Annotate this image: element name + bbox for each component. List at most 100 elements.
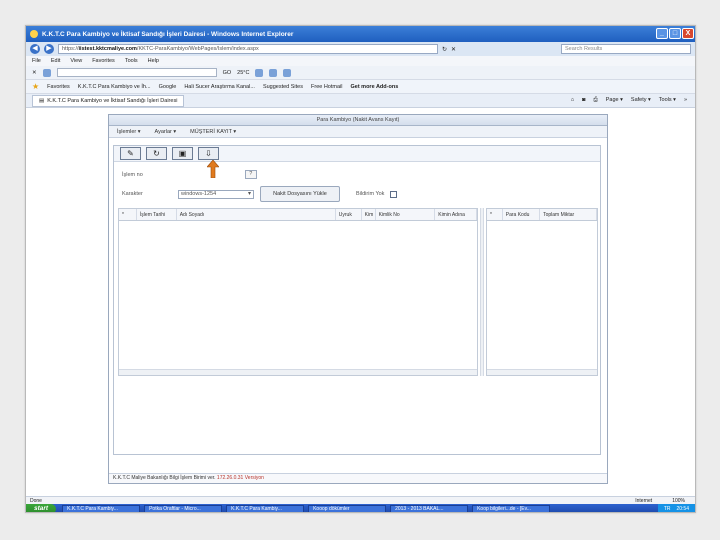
ie-logo-icon	[30, 30, 38, 38]
fav-item[interactable]: Free Hotmail	[311, 84, 342, 90]
favorites-star-icon[interactable]: ★	[32, 82, 39, 91]
menu-view[interactable]: View	[70, 58, 82, 64]
grid-splitter[interactable]	[480, 208, 484, 376]
menu-islemler[interactable]: İşlemler ▾	[117, 129, 141, 135]
address-bar: ◀ ▶ https:// iistest.kktcmaliye.com /KKT…	[26, 42, 695, 56]
forward-icon[interactable]: ▶	[44, 44, 54, 54]
islem-no-help-button[interactable]: ?	[244, 170, 257, 179]
go-button[interactable]: GO	[223, 70, 232, 76]
more-icon[interactable]: »	[684, 97, 687, 104]
fav-item[interactable]: Hali Sucer Araştırma Kanal...	[184, 84, 255, 90]
window-title: K.K.T.C Para Kambiyo ve İktisaf Sandığı …	[42, 30, 294, 38]
col-header[interactable]: Kimlik No	[376, 209, 436, 220]
internet-zone: Internet	[635, 497, 653, 504]
page-content: Para Kambiyo (Nakit Avans Kayıt) İşlemle…	[26, 108, 695, 496]
menu-musteri-kayit[interactable]: MÜŞTERİ KAYIT ▾	[190, 129, 236, 135]
col-header[interactable]: *	[487, 209, 503, 220]
search-input[interactable]: Search Results	[561, 44, 691, 54]
fav-item[interactable]: Get more Add-ons	[350, 84, 398, 90]
footer-suffix: Versiyon	[244, 475, 264, 481]
start-button[interactable]: start	[26, 504, 57, 512]
page-icon: ▤	[39, 97, 45, 104]
feeds-icon[interactable]: ◙	[582, 97, 585, 104]
col-header[interactable]: İşlem Tarihi	[137, 209, 177, 220]
islem-no-label: İşlem no	[122, 171, 143, 178]
menu-tools[interactable]: Tools	[125, 58, 138, 64]
save-button[interactable]: ▣	[172, 147, 193, 160]
mail-icon[interactable]	[283, 68, 292, 77]
maximize-button[interactable]: □	[669, 28, 681, 39]
col-header[interactable]: Para Kodu	[503, 209, 541, 220]
toolbar-search-input[interactable]	[56, 68, 217, 77]
facebook-icon[interactable]	[255, 68, 264, 77]
refresh-button[interactable]: ↻	[146, 147, 167, 160]
col-header[interactable]: Adı Soyadı	[177, 209, 336, 220]
safety-menu[interactable]: Safety ▾	[631, 97, 651, 104]
favorites-label[interactable]: Favorites	[47, 84, 70, 90]
menu-favorites[interactable]: Favorites	[92, 58, 115, 64]
print-icon[interactable]: ⎙	[593, 97, 597, 104]
stop-icon[interactable]: ✕	[451, 46, 456, 53]
form-panel: ✎ ↻ ▣ ⇩ İşlem no ? Karakter windows-1254	[113, 145, 601, 455]
system-tray: TR 20:54	[657, 504, 695, 512]
taskbar-item[interactable]: 2013 - 2013 BAKAL...	[390, 505, 469, 512]
browser-window: K.K.T.C Para Kambiyo ve İktisaf Sandığı …	[25, 25, 696, 513]
language-indicator[interactable]: TR	[664, 504, 671, 512]
download-button[interactable]: ⇩	[198, 147, 219, 160]
url-host: iistest.kktcmaliye.com	[78, 46, 137, 52]
menu-bar: File Edit View Favorites Tools Help	[26, 56, 695, 66]
taskbar-item[interactable]: K.K.T.C Para Kambiy...	[226, 505, 305, 512]
page-menu[interactable]: Page ▾	[606, 97, 623, 104]
zoom-level[interactable]: 100%	[672, 498, 685, 504]
karakter-select[interactable]: windows-1254	[178, 189, 254, 199]
taskbar-item[interactable]: Kooop dökümler	[308, 505, 387, 512]
command-bar: ⌂ ◙ ⎙ Page ▾ Safety ▾ Tools ▾ »	[571, 97, 695, 104]
twitter-icon[interactable]	[269, 68, 278, 77]
load-file-button[interactable]: Nakit Dosyasını Yükle	[260, 186, 340, 202]
taskbar-item[interactable]: K.K.T.C Para Kambiy...	[62, 505, 141, 512]
fav-item[interactable]: Suggested Sites	[263, 84, 303, 90]
footer-version: 172.26.0.31	[216, 475, 245, 481]
col-header[interactable]: Uyruk	[336, 209, 362, 220]
action-toolbar: ✎ ↻ ▣ ⇩	[114, 146, 600, 162]
taskbar: start K.K.T.C Para Kambiy... Potka Oraft…	[26, 504, 695, 512]
home-icon[interactable]: ⌂	[571, 97, 574, 104]
app-panel: Para Kambiyo (Nakit Avans Kayıt) İşlemle…	[108, 114, 608, 484]
karakter-label: Karakter	[122, 191, 143, 197]
col-header[interactable]: *	[119, 209, 137, 220]
tab-active[interactable]: ▤ K.K.T.C Para Kambiyo ve İktisaf Sandığ…	[32, 94, 185, 107]
clock[interactable]: 20:54	[676, 504, 689, 512]
islem-no-row: İşlem no ?	[122, 170, 257, 179]
menu-file[interactable]: File	[32, 58, 41, 64]
left-grid-scrollbar[interactable]	[119, 369, 477, 375]
tab-label: K.K.T.C Para Kambiyo ve İktisaf Sandığı …	[47, 97, 178, 104]
close-button[interactable]: X	[682, 28, 694, 39]
right-grid-scrollbar[interactable]	[487, 369, 597, 375]
col-header[interactable]: Kimin Adına	[435, 209, 477, 220]
title-bar: K.K.T.C Para Kambiyo ve İktisaf Sandığı …	[26, 26, 695, 42]
back-icon[interactable]: ◀	[30, 44, 40, 54]
tools-menu[interactable]: Tools ▾	[659, 97, 676, 104]
minimize-button[interactable]: _	[656, 28, 668, 39]
close-toolbar-icon[interactable]: ✕	[32, 70, 37, 76]
menu-edit[interactable]: Edit	[51, 58, 60, 64]
left-grid-header: * İşlem Tarihi Adı Soyadı Uyruk Kim Kiml…	[119, 209, 477, 221]
taskbar-item[interactable]: Potka Oraftlar - Micro...	[144, 505, 223, 512]
islem-no-field[interactable]	[149, 170, 239, 179]
fav-item[interactable]: K.K.T.C Para Kambiyo ve İh...	[78, 84, 151, 90]
favorites-bar: ★ Favorites K.K.T.C Para Kambiyo ve İh..…	[26, 80, 695, 94]
fav-item[interactable]: Google	[159, 84, 177, 90]
edit-button[interactable]: ✎	[120, 147, 141, 160]
app-title: Para Kambiyo (Nakit Avans Kayıt)	[109, 115, 607, 126]
refresh-icon[interactable]: ↻	[442, 46, 447, 53]
url-scheme: https://	[62, 46, 79, 52]
taskbar-item[interactable]: Koop bilgileri...de - [Ev...	[472, 505, 551, 512]
bildirim-checkbox[interactable]	[390, 190, 398, 198]
menu-ayarlar[interactable]: Ayarlar ▾	[155, 129, 177, 135]
karakter-row: Karakter windows-1254 Nakit Dosyasını Yü…	[122, 186, 398, 202]
toolbar-logo-icon	[42, 68, 51, 77]
url-field[interactable]: https:// iistest.kktcmaliye.com /KKTC-Pa…	[58, 44, 438, 54]
menu-help[interactable]: Help	[148, 58, 159, 64]
col-header[interactable]: Kim	[362, 209, 376, 220]
col-header[interactable]: Toplam Miktar	[540, 209, 597, 220]
